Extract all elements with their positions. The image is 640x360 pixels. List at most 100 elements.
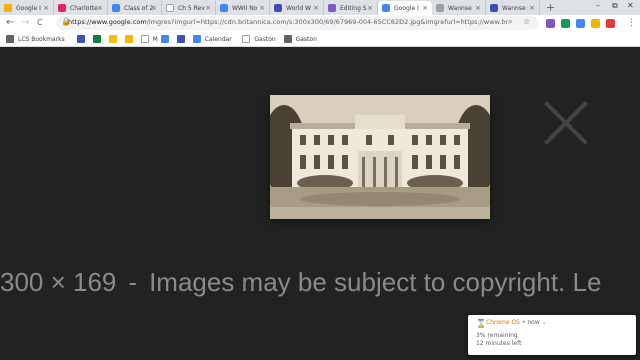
tab-title: Wannse [502, 4, 526, 12]
caption-separator: - [128, 267, 138, 297]
tab-2[interactable]: Class of 2 × [108, 1, 162, 15]
bookmark-favicon-icon [6, 35, 14, 43]
tab-close-icon[interactable]: × [259, 3, 265, 13]
bookmark-favicon-icon [283, 35, 292, 43]
tab-7[interactable]: Google I × [378, 1, 432, 15]
bookmark-star-icon[interactable]: ☆ [523, 17, 530, 26]
tab-favicon-icon [112, 4, 120, 12]
image-caption: 300 × 169- Images may be subject to copyr… [0, 267, 601, 298]
tab-title: Editing S [340, 4, 367, 12]
image-dimensions: 300 × 169 [0, 267, 117, 297]
chevron-down-icon[interactable]: ⌄ [542, 319, 547, 326]
bookmark-item-0[interactable]: LCS Bookmarks [6, 35, 65, 43]
copyright-notice: Images may be subject to copyright. [149, 267, 566, 297]
extension-icon-2[interactable] [576, 19, 585, 28]
url-text[interactable]: https://www.google.com/imgres?imgurl=htt… [68, 18, 508, 26]
bookmark-favicon-icon [92, 35, 101, 43]
search-icon[interactable]: ⌕ [508, 17, 512, 27]
tab-favicon-icon [274, 4, 282, 12]
close-viewer-icon[interactable] [540, 98, 590, 148]
extension-icon-4[interactable] [606, 19, 615, 28]
bookmark-item-7[interactable] [176, 35, 189, 43]
tab-title: Charlotte [70, 4, 98, 12]
tab-8[interactable]: Wannse × [432, 1, 486, 15]
tab-title: World W [286, 4, 312, 12]
close-window-button[interactable]: ✕ [627, 1, 634, 10]
bookmarks-bar: LCS Bookmarks M Calendar Gaston Gaston [0, 32, 640, 47]
tab-1[interactable]: Charlotte × [54, 1, 108, 15]
tab-title: Class of 2 [124, 4, 154, 12]
bookmark-label: M [152, 35, 158, 43]
extension-icon-0[interactable] [546, 19, 555, 28]
tab-favicon-icon [166, 4, 174, 12]
extension-icon-3[interactable] [591, 19, 600, 28]
villa-photo-graphic [270, 95, 490, 219]
bookmark-item-8[interactable]: Calendar [192, 35, 232, 43]
bookmark-item-6[interactable] [160, 35, 173, 43]
caption-overflow: Le [572, 267, 602, 297]
tab-close-icon[interactable]: × [529, 3, 535, 13]
tab-close-icon[interactable]: × [97, 3, 103, 13]
bookmark-item-10[interactable]: Gaston [283, 35, 317, 43]
tab-favicon-icon [220, 4, 228, 12]
battery-remaining: 3% remaining [476, 332, 518, 339]
bookmark-item-2[interactable] [92, 35, 105, 43]
tab-title: Google I [394, 4, 419, 12]
tab-close-icon[interactable]: × [367, 3, 373, 13]
tab-favicon-icon [490, 4, 498, 12]
bookmark-item-4[interactable] [124, 35, 137, 43]
battery-notification[interactable]: ⌛ Chrome OS • now ⌄ 3% remaining 12 minu… [468, 315, 636, 355]
minimize-button[interactable]: – [596, 1, 600, 10]
bookmark-favicon-icon [160, 35, 169, 43]
tab-title: Wannse [448, 4, 472, 12]
tab-title: Ch 5 Rev [178, 4, 205, 12]
bookmark-item-5[interactable]: M [140, 35, 158, 43]
tab-0[interactable]: Google I × [0, 1, 54, 15]
bookmark-label: LCS Bookmarks [18, 35, 65, 43]
new-tab-button[interactable]: + [546, 1, 555, 15]
tab-close-icon[interactable]: × [43, 3, 49, 13]
preview-image[interactable] [270, 95, 490, 219]
bookmark-label: Gaston [295, 35, 317, 43]
tab-title: Google I [16, 4, 41, 12]
hourglass-icon: ⌛ [476, 319, 486, 328]
reload-button[interactable]: C [37, 16, 43, 30]
extension-icon-1[interactable] [561, 19, 570, 28]
bookmark-item-1[interactable] [76, 35, 89, 43]
bookmark-favicon-icon [108, 35, 117, 43]
address-bar[interactable]: 🔒 https://www.google.com/imgres?imgurl=h… [56, 16, 538, 30]
bookmark-favicon-icon [76, 35, 85, 43]
bookmark-item-3[interactable] [108, 35, 121, 43]
forward-button[interactable]: → [21, 16, 29, 30]
bookmark-favicon-icon [140, 35, 149, 43]
tab-close-icon[interactable]: × [475, 3, 481, 13]
bookmark-label: Calendar [204, 35, 232, 43]
bookmark-label: Gaston [254, 35, 276, 43]
tab-3[interactable]: Ch 5 Rev × [162, 1, 216, 15]
tab-4[interactable]: WWII No × [216, 1, 270, 15]
tab-favicon-icon [58, 4, 66, 12]
tab-5[interactable]: World W × [270, 1, 324, 15]
time-remaining: 12 minutes left [476, 340, 522, 347]
tab-favicon-icon [4, 4, 12, 12]
back-button[interactable]: ← [6, 16, 14, 30]
tab-close-icon[interactable]: × [313, 3, 319, 13]
browser-toolbar: ← → C 🔒 https://www.google.com/imgres?im… [0, 15, 640, 32]
tab-close-icon[interactable]: × [422, 3, 428, 13]
tab-6[interactable]: Editing S × [324, 1, 378, 15]
tab-9[interactable]: Wannse × [486, 1, 540, 15]
bookmark-favicon-icon [192, 35, 201, 43]
tab-close-icon[interactable]: × [151, 3, 157, 13]
tab-favicon-icon [328, 4, 336, 12]
tab-title: WWII No [232, 4, 258, 12]
notification-source: Chrome OS [486, 319, 520, 326]
maximize-button[interactable]: ⧉ [612, 1, 618, 11]
url-path: /imgres?imgurl=https://cdn.britannica.co… [146, 18, 508, 26]
tab-close-icon[interactable]: × [205, 3, 211, 13]
bookmark-item-9[interactable]: Gaston [242, 35, 276, 43]
chrome-menu-button[interactable]: ⋮ [627, 16, 636, 30]
notification-header: Chrome OS • now ⌄ [486, 319, 547, 326]
bookmark-favicon-icon [124, 35, 133, 43]
tab-strip: Google I × Charlotte × Class of 2 × Ch 5 Rev × W… [0, 0, 640, 15]
url-host: https://www.google.com [68, 18, 147, 26]
